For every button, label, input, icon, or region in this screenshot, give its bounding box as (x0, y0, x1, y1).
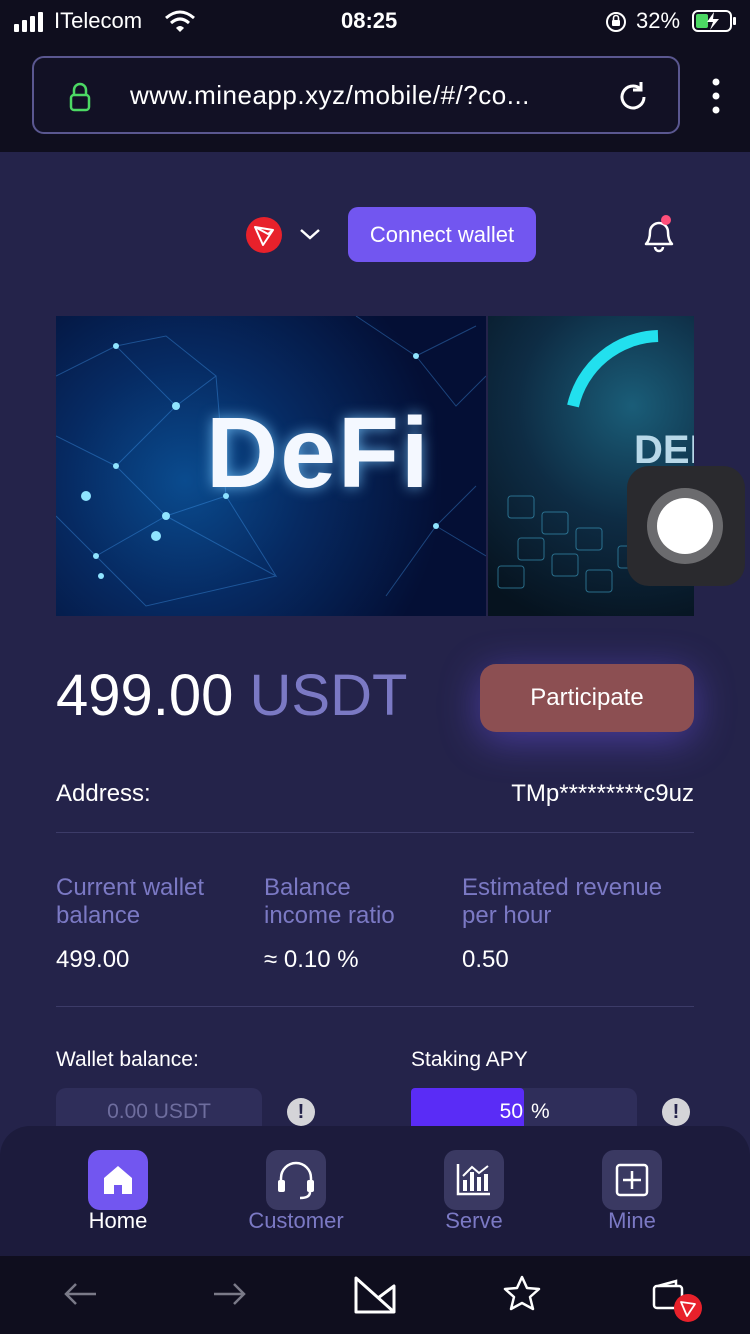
bell-icon[interactable] (638, 212, 680, 254)
url-text[interactable]: www.mineapp.xyz/mobile/#/?co... (130, 80, 530, 111)
address-value: TMp*********c9uz (511, 780, 694, 807)
stat-income-ratio-title: Balance income ratio (264, 874, 395, 929)
carrier-name: ITelecom (54, 8, 143, 33)
browser-chrome: ITelecom 08:25 32% www.mineapp.xyz/mobil… (0, 0, 750, 152)
divider (56, 832, 694, 833)
address-bar[interactable]: www.mineapp.xyz/mobile/#/?co... (32, 56, 680, 134)
battery-charging-icon (692, 10, 736, 32)
stat-revenue-title: Estimated revenue per hour (462, 874, 663, 929)
wifi-icon (165, 10, 195, 32)
more-menu-icon[interactable] (704, 76, 728, 116)
info-icon[interactable]: ! (662, 1098, 690, 1126)
dapp-icon[interactable] (352, 1274, 398, 1316)
clock: 08:25 (341, 8, 398, 33)
stat-revenue-value: 0.50 (462, 946, 509, 973)
forward-arrow-icon[interactable] (210, 1280, 248, 1308)
chart-icon (456, 1164, 490, 1196)
staking-apy-label: Staking APY (411, 1048, 528, 1071)
tab-customer-label[interactable]: Customer (216, 1208, 376, 1234)
tab-home-label[interactable]: Home (38, 1208, 198, 1234)
tab-serve[interactable] (444, 1150, 504, 1210)
tab-mine-label[interactable]: Mine (552, 1208, 712, 1234)
tron-icon[interactable] (246, 217, 282, 253)
banner-slide-defi[interactable]: DeFi (56, 316, 486, 616)
battery-percent: 32% (636, 8, 681, 33)
reload-icon[interactable] (616, 80, 650, 114)
chevron-down-icon[interactable] (298, 224, 322, 244)
lock-icon (69, 82, 91, 112)
tron-badge-icon (674, 1294, 702, 1322)
signal-icon (14, 12, 43, 32)
amount-value: 499.00 (56, 663, 234, 728)
address-label: Address: (56, 780, 151, 807)
info-icon[interactable]: ! (287, 1098, 315, 1126)
divider (56, 1006, 694, 1007)
stat-income-ratio-value: ≈ 0.10 % (264, 946, 359, 973)
headset-icon (278, 1161, 314, 1200)
stat-current-wallet-value: 499.00 (56, 946, 130, 973)
amount-unit: USDT (249, 663, 408, 728)
participate-button[interactable]: Participate (480, 664, 694, 732)
connect-wallet-button[interactable]: Connect wallet (348, 207, 536, 262)
stat-current-wallet-title: Current wallet balance (56, 874, 205, 929)
back-arrow-icon[interactable] (62, 1280, 100, 1308)
tab-home[interactable] (88, 1150, 148, 1210)
total-amount: 499.00 USDT (56, 662, 407, 729)
wallet-icon[interactable] (650, 1278, 706, 1326)
rotation-lock-icon (606, 12, 626, 32)
tab-customer[interactable] (266, 1150, 326, 1210)
plus-square-icon (615, 1163, 649, 1197)
wallet-balance-label: Wallet balance: (56, 1048, 199, 1071)
browser-toolbar (0, 1256, 750, 1334)
star-icon[interactable] (502, 1274, 542, 1314)
tab-serve-label[interactable]: Serve (394, 1208, 554, 1234)
banner-title: DeFi (206, 397, 431, 509)
notification-dot (661, 215, 671, 225)
tab-mine[interactable] (602, 1150, 662, 1210)
assistive-touch-button[interactable] (627, 466, 745, 586)
home-icon (104, 1166, 132, 1194)
